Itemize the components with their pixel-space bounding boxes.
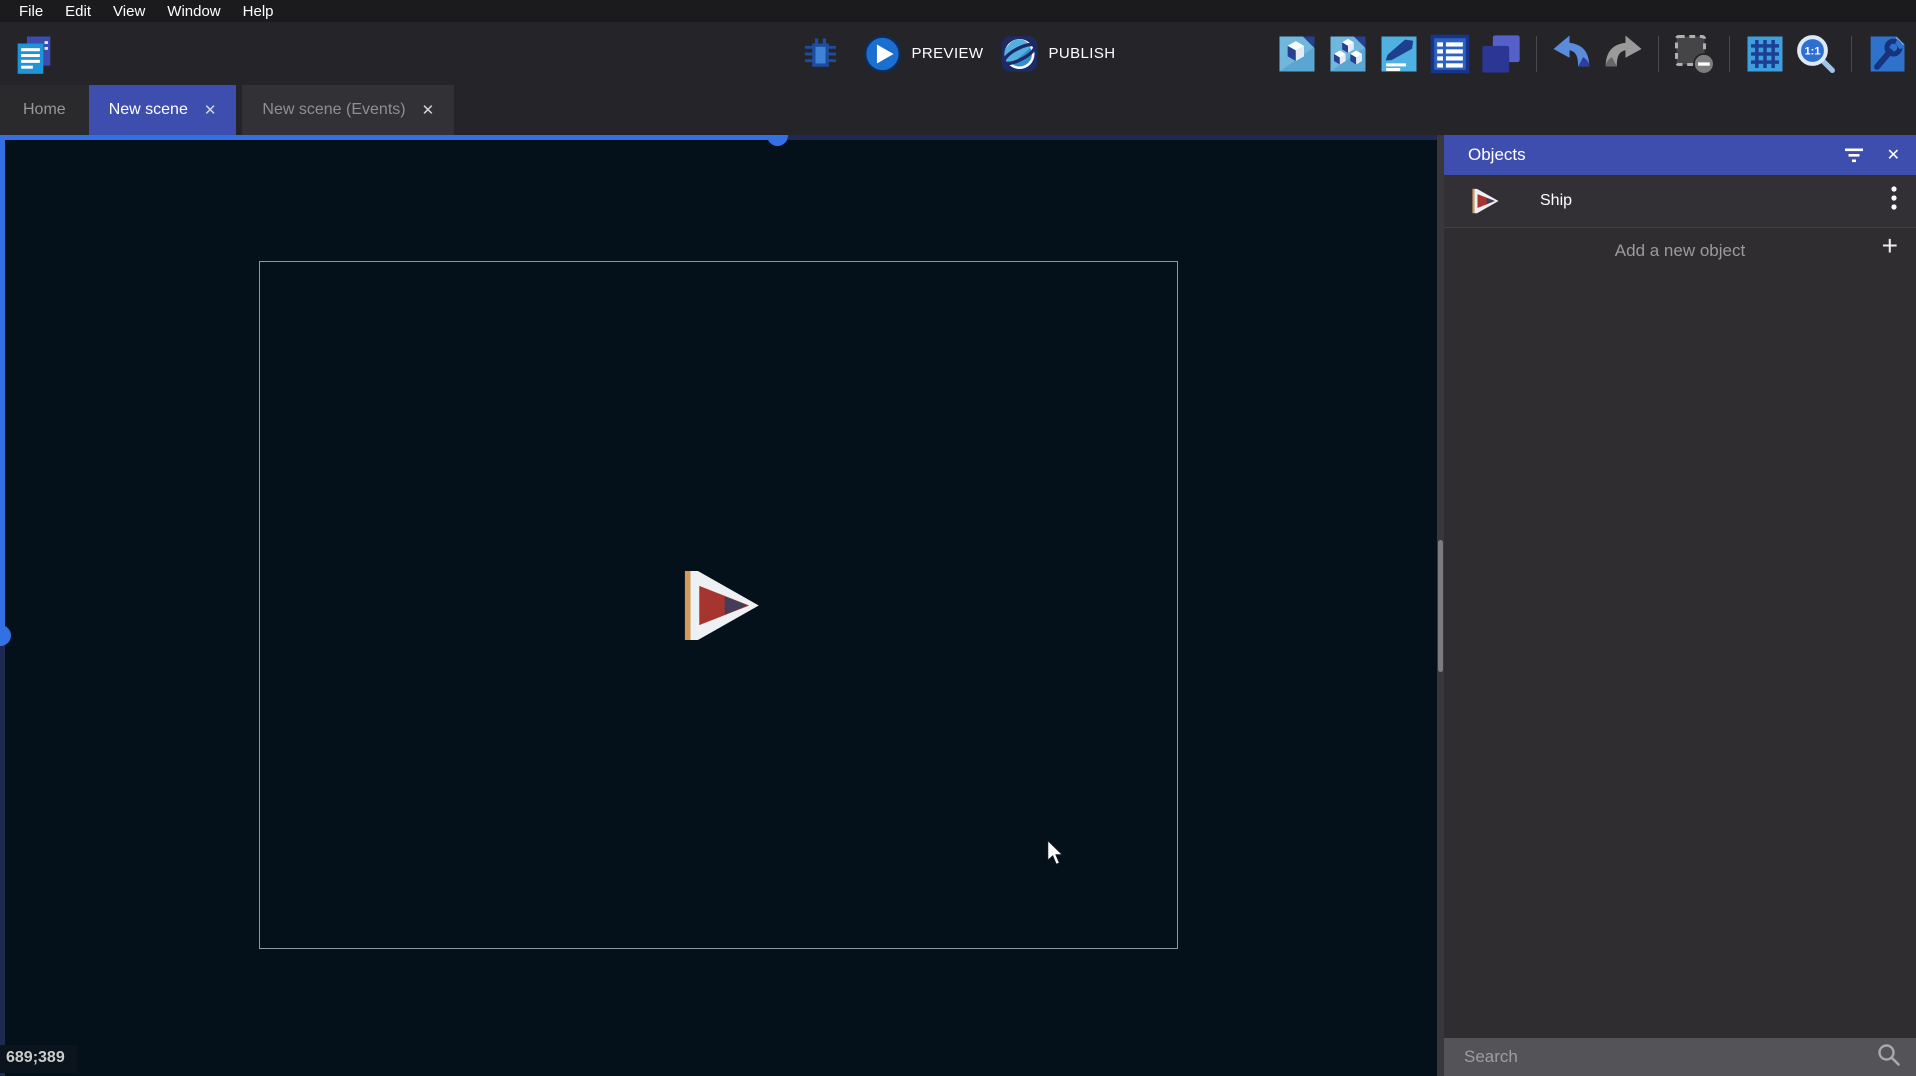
add-new-object-button[interactable]: Add a new object + (1444, 228, 1916, 273)
menu-file[interactable]: File (8, 3, 54, 20)
mouse-cursor-icon (1046, 839, 1068, 872)
publish-label: PUBLISH (1048, 45, 1115, 62)
redo-icon[interactable] (1602, 33, 1644, 75)
project-manager-icon[interactable] (13, 33, 55, 75)
instances-list-icon[interactable] (1429, 33, 1471, 75)
tab-home-label: Home (23, 101, 66, 119)
tab-new-scene-events-label: New scene (Events) (262, 101, 405, 119)
objects-panel: Objects ✕ Ship (1444, 135, 1916, 1076)
v-scrollbar-handle[interactable] (0, 625, 11, 646)
menu-edit[interactable]: Edit (54, 3, 102, 20)
ship-thumbnail-icon (1470, 186, 1500, 216)
filter-icon[interactable] (1843, 146, 1865, 164)
menu-help[interactable]: Help (232, 3, 285, 20)
deselect-icon[interactable] (1673, 33, 1715, 75)
search-input[interactable] (1464, 1047, 1876, 1067)
search-bar (1444, 1038, 1916, 1076)
tab-new-scene[interactable]: New scene ✕ (89, 85, 237, 135)
h-scrollbar-track-active[interactable] (0, 135, 778, 140)
preview-label: PREVIEW (912, 45, 984, 62)
tab-close-icon[interactable]: ✕ (422, 103, 435, 118)
tab-bar: Home New scene ✕ New scene (Events) ✕ (0, 85, 1916, 135)
tab-home[interactable]: Home (0, 85, 89, 135)
h-scrollbar-track[interactable] (778, 135, 1437, 140)
objects-panel-header: Objects ✕ (1444, 135, 1916, 175)
scrollbar-thumb[interactable] (1438, 540, 1443, 672)
object-name: Ship (1540, 192, 1890, 210)
tab-new-scene-events[interactable]: New scene (Events) ✕ (242, 85, 454, 135)
search-icon (1876, 1042, 1902, 1073)
debug-icon[interactable] (801, 34, 841, 74)
settings-icon[interactable] (1866, 33, 1908, 75)
preview-button[interactable]: PREVIEW (863, 34, 984, 74)
zoom-1to1-icon[interactable]: 1:1 (1795, 33, 1837, 75)
toolbar-separator (1536, 36, 1537, 72)
cursor-coordinates: 689;389 (0, 1045, 77, 1073)
toolbar-separator (1851, 36, 1852, 72)
menu-bar: File Edit View Window Help (0, 0, 1916, 22)
kebab-menu-icon[interactable] (1890, 184, 1898, 219)
v-scrollbar-track-active[interactable] (0, 135, 5, 635)
objects-panel-body (1444, 273, 1916, 1038)
toolbar-separator (1658, 36, 1659, 72)
v-scrollbar-track[interactable] (0, 635, 5, 1076)
close-icon[interactable]: ✕ (1887, 145, 1900, 165)
object-list-item-ship[interactable]: Ship (1444, 175, 1916, 228)
menu-view[interactable]: View (102, 3, 156, 20)
svg-text:1:1: 1:1 (1804, 45, 1820, 57)
objects-panel-title: Objects (1468, 145, 1821, 165)
toolbar: PREVIEW PUBLISH (0, 22, 1916, 85)
tab-close-icon[interactable]: ✕ (204, 103, 217, 118)
preview-play-icon (863, 34, 903, 74)
main-area: 689;389 Objects ✕ (0, 135, 1916, 1076)
objects-editor-icon[interactable] (1276, 33, 1318, 75)
scene-properties-icon[interactable] (1378, 33, 1420, 75)
h-scrollbar-handle[interactable] (767, 135, 788, 146)
add-new-object-label: Add a new object (1615, 241, 1745, 261)
toolbar-separator (1729, 36, 1730, 72)
ship-object-instance[interactable] (678, 563, 763, 648)
scene-canvas[interactable]: 689;389 (0, 135, 1437, 1076)
menu-window[interactable]: Window (156, 3, 231, 20)
object-groups-icon[interactable] (1327, 33, 1369, 75)
layers-icon[interactable] (1480, 33, 1522, 75)
undo-icon[interactable] (1551, 33, 1593, 75)
publish-globe-icon (999, 34, 1039, 74)
publish-button[interactable]: PUBLISH (999, 34, 1115, 74)
canvas-scrollbar-strip (1437, 135, 1444, 1076)
tab-new-scene-label: New scene (109, 101, 188, 119)
grid-icon[interactable] (1744, 33, 1786, 75)
plus-icon: + (1882, 232, 1898, 260)
